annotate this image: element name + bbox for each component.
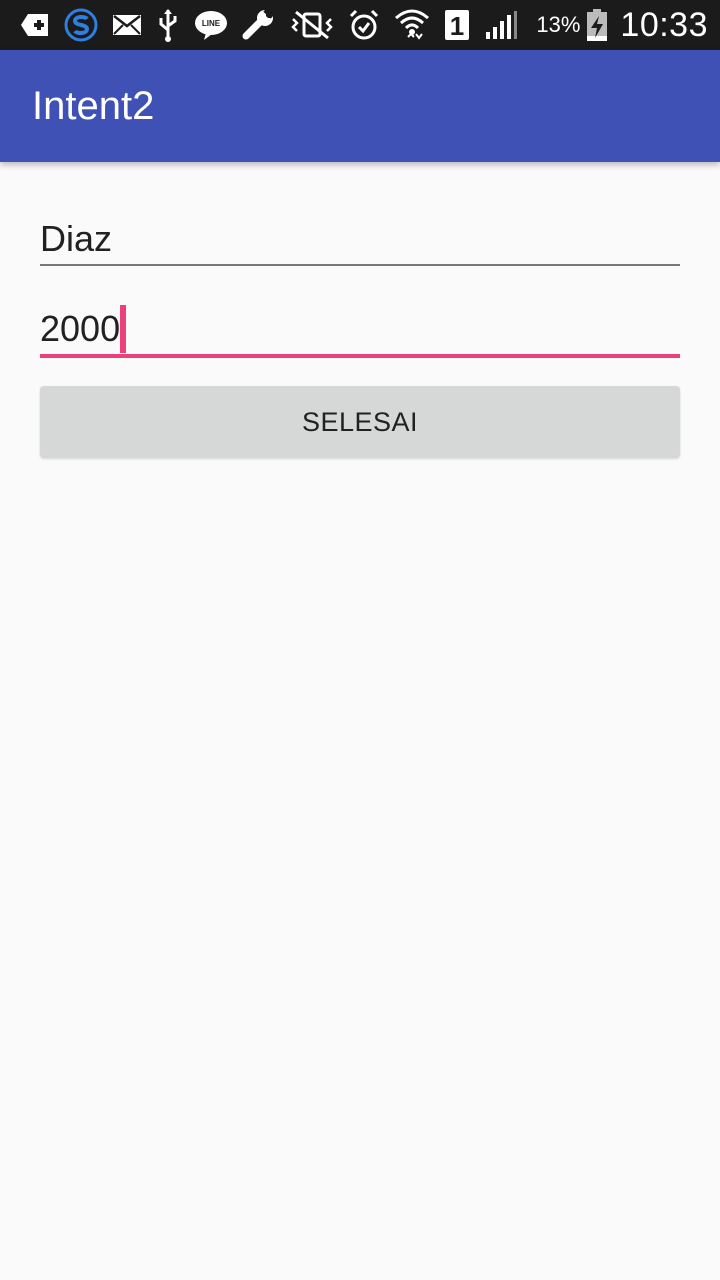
- alarm-icon: [348, 0, 380, 50]
- number-input-value: 2000: [40, 308, 121, 349]
- svg-text:LINE: LINE: [202, 19, 221, 28]
- usb-icon: [156, 0, 180, 50]
- number-input[interactable]: 2000: [40, 304, 680, 354]
- mail-icon: [112, 0, 142, 50]
- svg-text:1: 1: [450, 11, 464, 41]
- name-input[interactable]: [40, 214, 680, 264]
- name-field[interactable]: [40, 214, 680, 266]
- number-field[interactable]: 2000: [40, 304, 680, 358]
- battery-percent: 13%: [536, 12, 581, 37]
- vibrate-mute-icon: [290, 0, 334, 50]
- signal-icon: [484, 0, 518, 50]
- add-box-icon: [20, 0, 50, 50]
- app-bar: Intent2: [0, 50, 720, 162]
- status-bar: LINE 1 13% 10:33: [0, 0, 720, 50]
- clock: 10:33: [620, 5, 708, 44]
- app-title: Intent2: [32, 83, 155, 128]
- status-right: 13% 10:33: [536, 6, 708, 45]
- number-field-underline: [40, 354, 680, 358]
- text-cursor: [120, 305, 127, 353]
- wifi-icon: [394, 0, 430, 50]
- selesai-button[interactable]: SELESAI: [40, 386, 680, 458]
- s-app-icon: [64, 0, 98, 50]
- battery-charging-icon: [586, 8, 608, 42]
- line-app-icon: LINE: [194, 0, 228, 50]
- name-field-underline: [40, 264, 680, 266]
- wrench-icon: [242, 0, 276, 50]
- sim-1-icon: 1: [444, 0, 470, 50]
